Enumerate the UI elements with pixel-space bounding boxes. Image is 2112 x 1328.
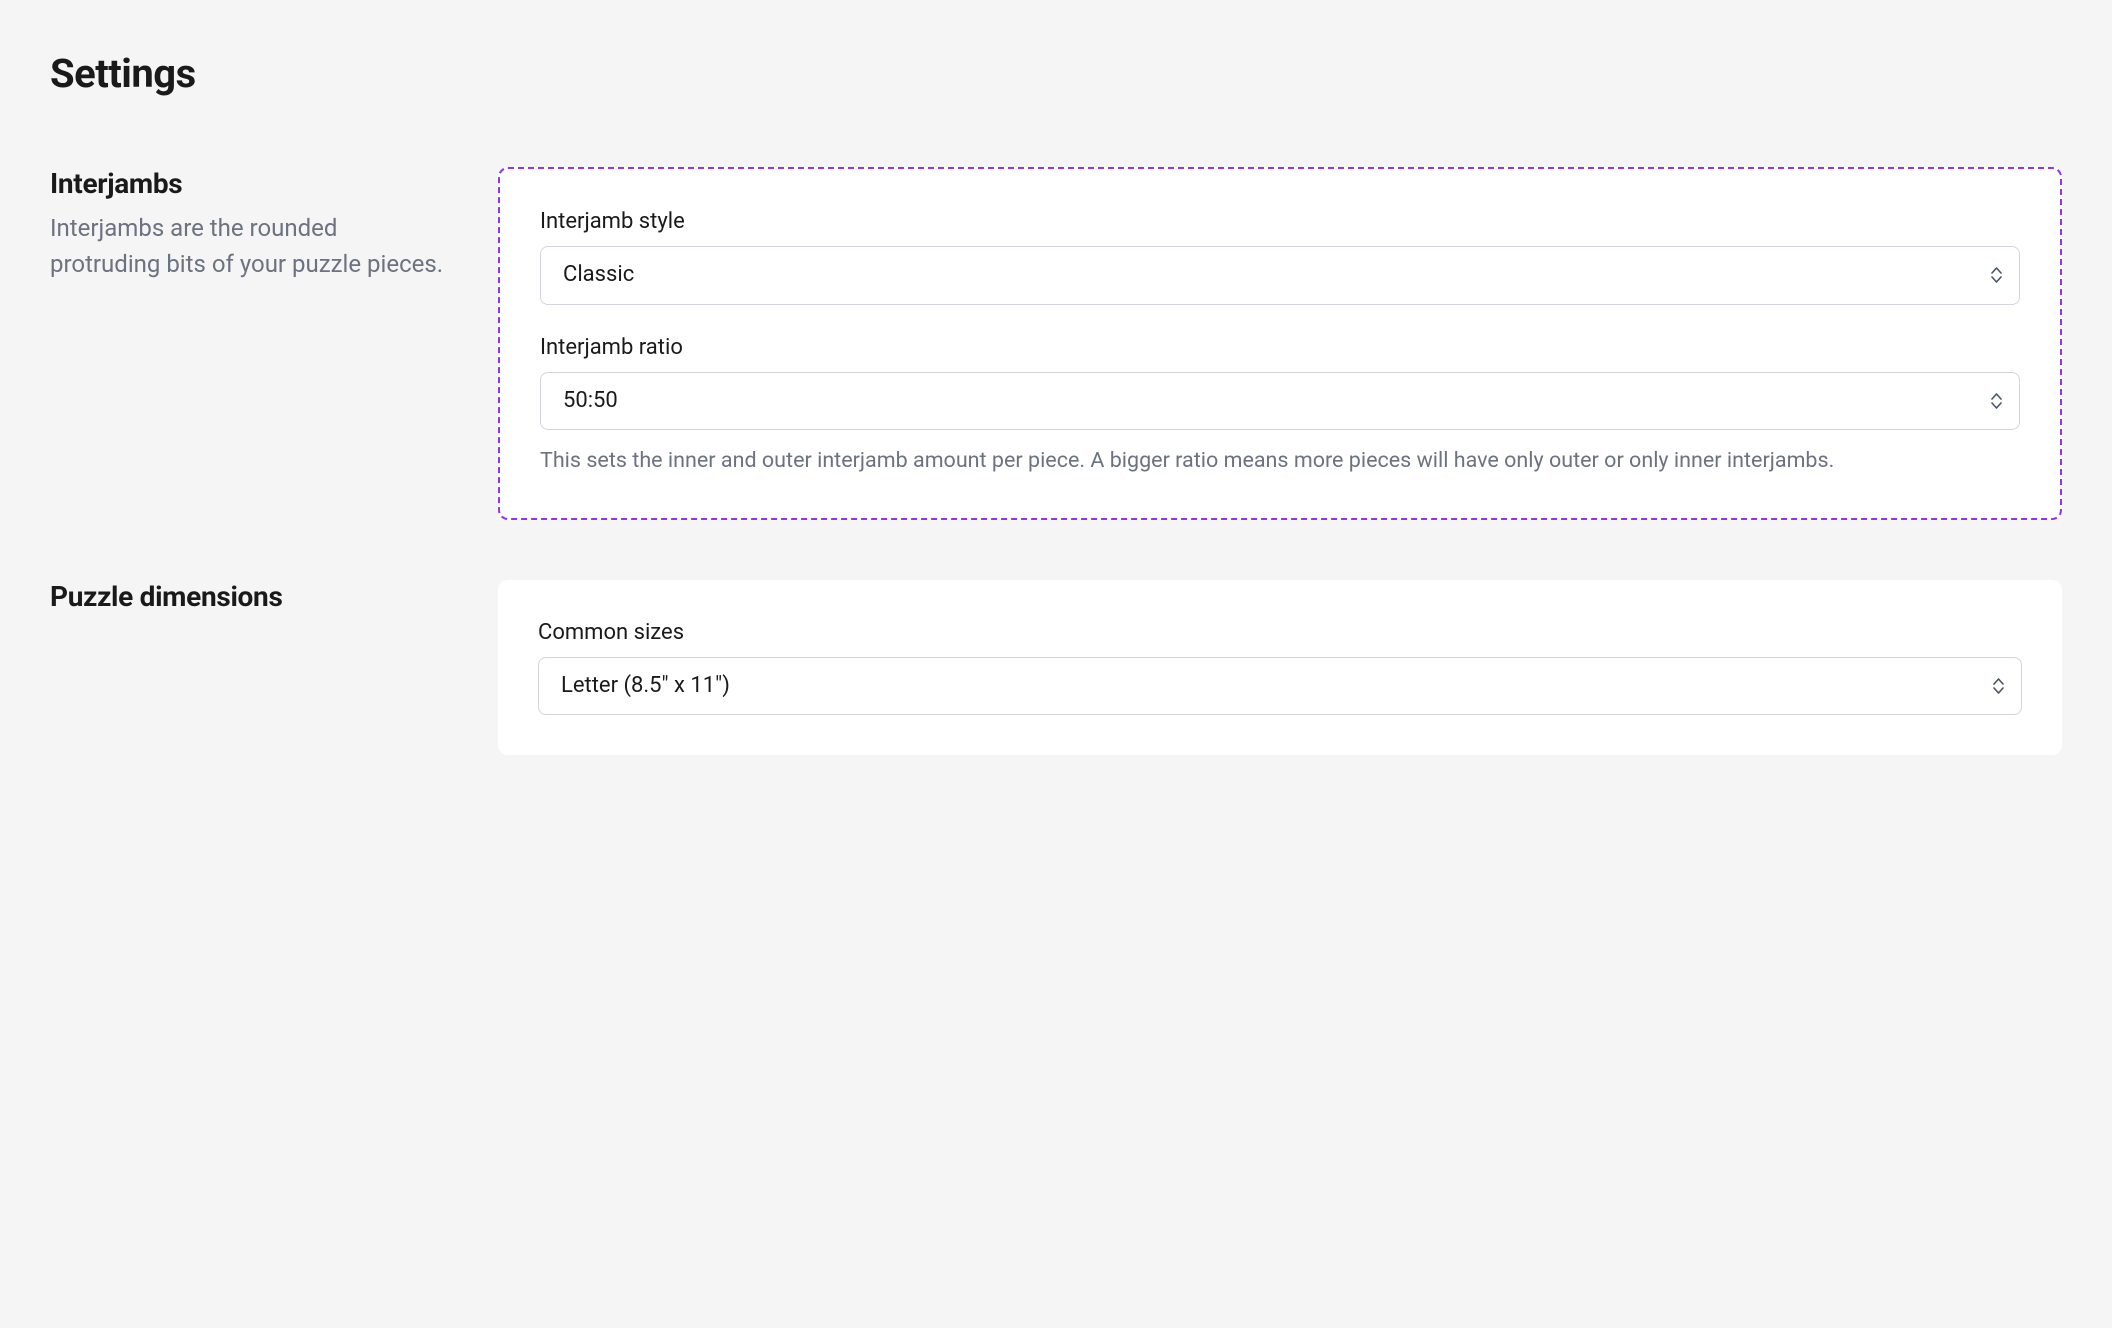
section-dimensions-title: Puzzle dimensions: [50, 580, 450, 613]
field-interjamb-ratio: Interjamb ratio 50:50 This sets the inne…: [540, 335, 2020, 478]
help-interjamb-ratio: This sets the inner and outer interjamb …: [540, 444, 2020, 477]
section-interjambs-description: Interjambs are the rounded protruding bi…: [50, 210, 450, 282]
label-common-sizes: Common sizes: [538, 620, 2022, 645]
section-dimensions-aside: Puzzle dimensions: [50, 580, 450, 623]
select-wrapper-interjamb-ratio: 50:50: [540, 372, 2020, 431]
section-interjambs-aside: Interjambs Interjambs are the rounded pr…: [50, 167, 450, 282]
select-interjamb-ratio[interactable]: 50:50: [540, 372, 2020, 431]
card-dimensions: Common sizes Letter (8.5" x 11"): [498, 580, 2062, 756]
select-wrapper-interjamb-style: Classic: [540, 246, 2020, 305]
label-interjamb-style: Interjamb style: [540, 209, 2020, 234]
select-common-sizes[interactable]: Letter (8.5" x 11"): [538, 657, 2022, 716]
card-interjambs: Interjamb style Classic Interjamb ratio …: [498, 167, 2062, 520]
label-interjamb-ratio: Interjamb ratio: [540, 335, 2020, 360]
select-wrapper-common-sizes: Letter (8.5" x 11"): [538, 657, 2022, 716]
page-title: Settings: [50, 50, 2062, 97]
section-dimensions: Puzzle dimensions Common sizes Letter (8…: [50, 580, 2062, 756]
field-common-sizes: Common sizes Letter (8.5" x 11"): [538, 620, 2022, 716]
field-interjamb-style: Interjamb style Classic: [540, 209, 2020, 305]
section-interjambs-title: Interjambs: [50, 167, 450, 200]
select-interjamb-style[interactable]: Classic: [540, 246, 2020, 305]
section-interjambs: Interjambs Interjambs are the rounded pr…: [50, 167, 2062, 520]
